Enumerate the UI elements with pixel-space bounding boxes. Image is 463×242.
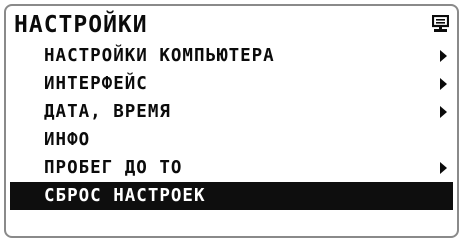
screen-header: НАСТРОЙКИ <box>10 10 453 40</box>
submenu-arrow-icon <box>440 50 447 62</box>
menu-item-interface[interactable]: ИНТЕРФЕЙС <box>10 70 453 98</box>
menu-item-label: СБРОС НАСТРОЕК <box>44 186 206 206</box>
menu-item-label: ИНТЕРФЕЙС <box>44 74 148 94</box>
menu-item-label: ДАТА, ВРЕМЯ <box>44 102 171 122</box>
submenu-arrow-icon <box>440 78 447 90</box>
menu-item-date-time[interactable]: ДАТА, ВРЕМЯ <box>10 98 453 126</box>
menu-item-computer-settings[interactable]: НАСТРОЙКИ КОМПЬЮТЕРА <box>10 42 453 70</box>
menu-item-label: ПРОБЕГ ДО ТО <box>44 158 183 178</box>
menu-item-info[interactable]: ИНФО <box>10 126 453 154</box>
menu-item-reset-settings[interactable]: СБРОС НАСТРОЕК <box>10 182 453 210</box>
computer-monitor-icon <box>432 15 449 32</box>
settings-screen: НАСТРОЙКИ НАСТРОЙКИ КОМПЬЮТЕРА ИНТЕРФЕЙС… <box>4 4 459 238</box>
menu-item-label: ИНФО <box>44 130 91 150</box>
settings-menu: НАСТРОЙКИ КОМПЬЮТЕРА ИНТЕРФЕЙС ДАТА, ВРЕ… <box>10 42 453 210</box>
page-title: НАСТРОЙКИ <box>14 12 148 38</box>
submenu-arrow-icon <box>440 162 447 174</box>
menu-item-label: НАСТРОЙКИ КОМПЬЮТЕРА <box>44 46 275 66</box>
menu-item-service-mileage[interactable]: ПРОБЕГ ДО ТО <box>10 154 453 182</box>
submenu-arrow-icon <box>440 106 447 118</box>
